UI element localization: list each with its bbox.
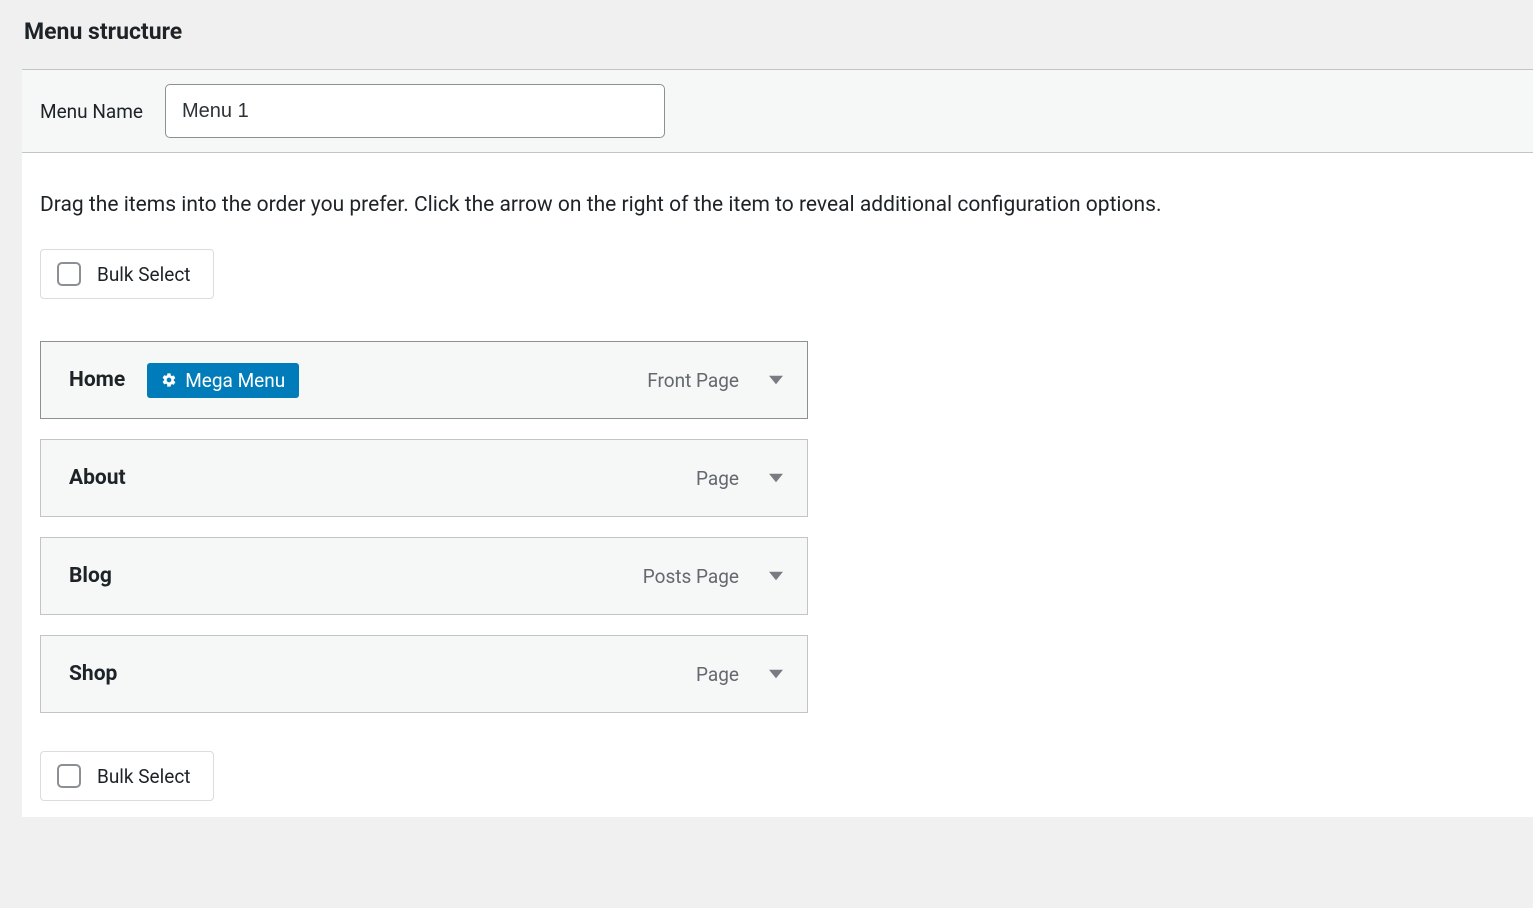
bulk-select-row-top: Bulk Select	[22, 249, 1533, 315]
menu-item-left: Home Mega Menu	[69, 363, 299, 398]
menu-item-title: Blog	[69, 564, 112, 588]
menu-item-type: Front Page	[647, 369, 739, 392]
menu-list: Home Mega Menu Front Page About Page Blog Post…	[22, 315, 1533, 727]
menu-item-left: Blog	[69, 564, 112, 588]
menu-item-type: Page	[696, 663, 739, 686]
menu-item-title: Home	[69, 368, 125, 392]
menu-item-right: Posts Page	[643, 565, 785, 588]
menu-name-input[interactable]	[165, 84, 665, 138]
bulk-select-checkbox-top[interactable]	[57, 262, 81, 286]
chevron-down-icon[interactable]	[767, 665, 785, 683]
menu-item-type: Page	[696, 467, 739, 490]
menu-item-left: Shop	[69, 662, 117, 686]
menu-item[interactable]: Shop Page	[40, 635, 808, 713]
chevron-down-icon[interactable]	[767, 567, 785, 585]
menu-item-right: Page	[696, 663, 785, 686]
chevron-down-icon[interactable]	[767, 469, 785, 487]
menu-item[interactable]: Blog Posts Page	[40, 537, 808, 615]
chevron-down-icon[interactable]	[767, 371, 785, 389]
menu-name-label: Menu Name	[40, 100, 143, 123]
section-title: Menu structure	[0, 0, 1533, 69]
menu-item-type: Posts Page	[643, 565, 739, 588]
menu-item[interactable]: Home Mega Menu Front Page	[40, 341, 808, 419]
mega-menu-badge-label: Mega Menu	[185, 369, 285, 392]
menu-item-left: About	[69, 466, 126, 490]
menu-item-right: Page	[696, 467, 785, 490]
menu-structure-panel: Menu Name Drag the items into the order …	[22, 69, 1533, 817]
menu-item[interactable]: About Page	[40, 439, 808, 517]
bulk-select-row-bottom: Bulk Select	[22, 727, 1533, 817]
bulk-select-checkbox-bottom[interactable]	[57, 764, 81, 788]
menu-name-row: Menu Name	[22, 70, 1533, 153]
bulk-select-label-bottom: Bulk Select	[97, 765, 191, 788]
menu-item-right: Front Page	[647, 369, 785, 392]
bulk-select-top[interactable]: Bulk Select	[40, 249, 214, 299]
mega-menu-badge[interactable]: Mega Menu	[147, 363, 299, 398]
bulk-select-bottom[interactable]: Bulk Select	[40, 751, 214, 801]
menu-item-title: Shop	[69, 662, 117, 686]
instructions-text: Drag the items into the order you prefer…	[22, 153, 1533, 249]
gear-icon	[161, 372, 177, 388]
bulk-select-label-top: Bulk Select	[97, 263, 191, 286]
menu-item-title: About	[69, 466, 126, 490]
